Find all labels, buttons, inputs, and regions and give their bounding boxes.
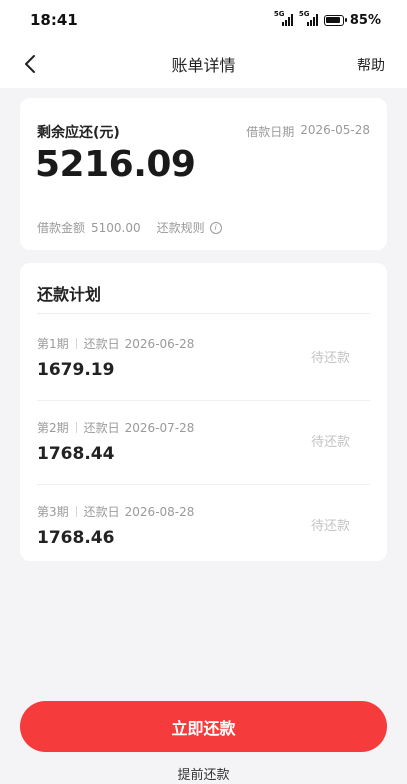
pay-now-button[interactable]: 立即还款 (20, 701, 387, 752)
period-label: 第1期 (37, 337, 69, 351)
plan-title: 还款计划 (37, 285, 102, 304)
help-link[interactable]: 帮助 (357, 55, 385, 75)
info-icon: i (209, 221, 222, 234)
due-label: 还款日 (83, 337, 120, 351)
installment-amount: 1768.46 (37, 528, 115, 548)
remaining-amount: 5216.09 (35, 144, 196, 185)
status-icons: 5G 5G 85% (274, 10, 381, 28)
plan-row-meta: 第2期 还款日 2026-07-28 (37, 419, 194, 436)
due-date: 2026-08-28 (124, 504, 195, 519)
plan-row-meta: 第1期 还款日 2026-06-28 (37, 335, 194, 352)
status-bar: 18:41 5G 5G 85% (0, 0, 407, 40)
divider (75, 506, 77, 517)
cellular-signal-icon: 5G (274, 10, 293, 26)
nav-bar: 账单详情 帮助 (0, 40, 407, 88)
status-label: 待还款 (310, 519, 350, 534)
due-date: 2026-07-28 (124, 420, 195, 435)
due-label: 还款日 (83, 421, 120, 435)
installment-amount: 1679.19 (37, 360, 115, 380)
period-label: 第2期 (37, 421, 69, 435)
prepay-link[interactable]: 提前还款 (0, 764, 407, 783)
battery-icon (323, 14, 347, 26)
plan-row[interactable]: 第1期 还款日 2026-06-28 1679.19 待还款 (20, 317, 387, 401)
divider (75, 422, 77, 433)
loan-date: 借款日期 2026-05-28 (246, 123, 370, 140)
battery-percent: 85% (349, 12, 381, 28)
status-time: 18:41 (30, 11, 78, 29)
plan-row[interactable]: 第3期 还款日 2026-08-28 1768.46 待还款 (20, 485, 387, 569)
divider (75, 338, 77, 349)
loan-date-value: 2026-05-28 (300, 123, 370, 137)
chevron-left-icon (25, 55, 35, 73)
network-type-label: 5G (273, 10, 285, 18)
network-type-label-2: 5G (298, 10, 310, 18)
due-label: 还款日 (83, 505, 120, 519)
divider (37, 313, 370, 314)
repay-rules-label: 还款规则 (156, 221, 205, 235)
plan-row-meta: 第3期 还款日 2026-08-28 (37, 503, 194, 520)
status-label: 待还款 (310, 351, 350, 366)
loan-info-row: 借款金额 5100.00 还款规则 i (37, 219, 222, 236)
period-label: 第3期 (37, 505, 69, 519)
cellular-signal-icon-2: 5G (299, 10, 318, 26)
loan-date-label: 借款日期 (246, 125, 295, 139)
bill-summary-card: 剩余应还(元) 借款日期 2026-05-28 5216.09 借款金额 510… (20, 98, 387, 250)
repay-rules-link[interactable]: 还款规则 i (157, 219, 222, 236)
installment-amount: 1768.44 (37, 444, 115, 464)
remaining-label: 剩余应还(元) (37, 125, 120, 141)
loan-amount-value: 5100.00 (91, 220, 141, 235)
plan-row[interactable]: 第2期 还款日 2026-07-28 1768.44 待还款 (20, 401, 387, 485)
page-title: 账单详情 (171, 56, 236, 75)
back-button[interactable] (16, 50, 44, 78)
due-date: 2026-06-28 (124, 336, 195, 351)
status-label: 待还款 (310, 435, 350, 450)
repayment-plan-card: 还款计划 第1期 还款日 2026-06-28 1679.19 待还款 第2期 … (20, 263, 387, 561)
loan-amount-label: 借款金额 (37, 221, 86, 235)
